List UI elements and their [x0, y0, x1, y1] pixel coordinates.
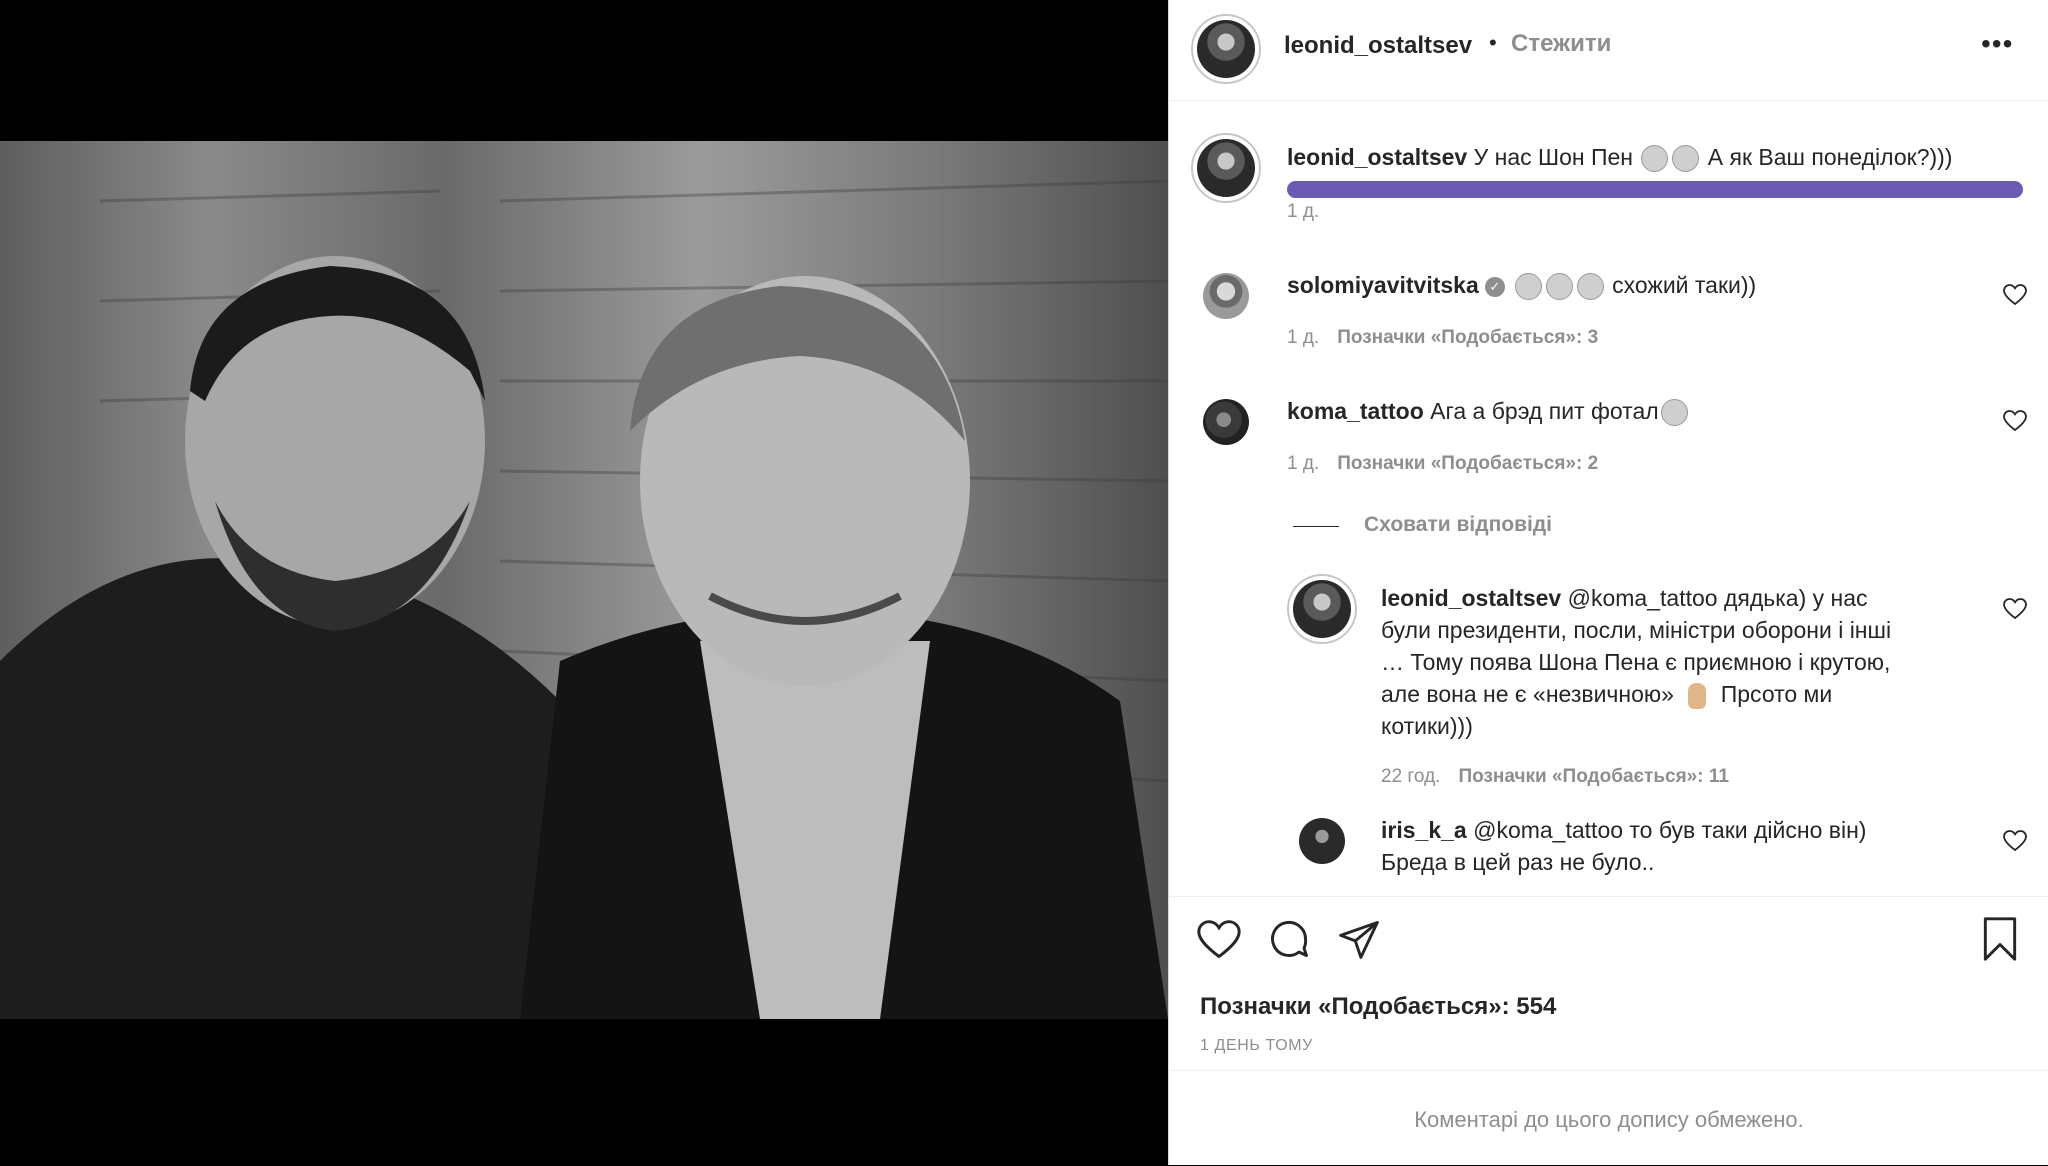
reply-like-heart-icon[interactable]: [2003, 598, 2027, 620]
reply-line: але вона не є «незвичною»: [1381, 681, 1674, 707]
author-username[interactable]: leonid_ostaltsev: [1284, 32, 1472, 60]
caption-body-after: А як Ваш понеділок?))): [1707, 144, 1953, 170]
reply-line: … Тому поява Шона Пена є приємною і крут…: [1381, 649, 1891, 675]
share-icon[interactable]: [1337, 917, 1381, 961]
caption-highlight: [1287, 181, 2023, 198]
comment-meta: 1 д. Позначки «Подобається»: 2: [1287, 453, 1598, 475]
follow-button[interactable]: Стежити: [1511, 30, 1611, 58]
post-photo[interactable]: [0, 141, 1168, 1019]
comments-list: leonid_ostaltsev У нас Шон Пен А як Ваш …: [1169, 101, 2048, 896]
reply-time[interactable]: 22 год.: [1381, 766, 1440, 787]
likes-count[interactable]: Позначки «Подобається»: 554: [1200, 993, 1556, 1021]
comment-avatar[interactable]: [1197, 393, 1255, 451]
laughing-emoji-icon: [1545, 273, 1573, 301]
comment-username[interactable]: koma_tattoo: [1287, 398, 1424, 424]
author-avatar[interactable]: [1191, 14, 1261, 84]
post-timestamp[interactable]: 1 ДЕНЬ ТОМУ: [1200, 1037, 1313, 1055]
reply-line: @koma_tattoo дядька) у нас: [1567, 585, 1868, 611]
photo-illustration: [0, 179, 1168, 1019]
caption-username[interactable]: leonid_ostaltsev: [1287, 144, 1467, 170]
caption-time: 1 д.: [1287, 201, 1320, 222]
comment-icon[interactable]: [1267, 917, 1311, 961]
neutral-face-emoji-icon: [1672, 145, 1700, 173]
reply-line: Прсото ми: [1720, 681, 1833, 707]
reply-text: leonid_ostaltsev @koma_tattoo дядька) у …: [1381, 582, 1971, 742]
reply-meta: 22 год. Позначки «Подобається»: 11: [1381, 766, 1729, 788]
caption-text: leonid_ostaltsev У нас Шон Пен А як Ваш …: [1287, 141, 1952, 173]
comment-time[interactable]: 1 д.: [1287, 453, 1319, 474]
reply-line: Бреда в цей раз не було..: [1381, 849, 1655, 875]
pointing-finger-emoji-icon: [1688, 682, 1707, 709]
reply-username[interactable]: leonid_ostaltsev: [1381, 585, 1561, 611]
like-heart-icon[interactable]: [1197, 919, 1241, 961]
comment-like-heart-icon[interactable]: [2003, 410, 2027, 432]
comment-body: схожий таки)): [1612, 272, 1757, 298]
comment-username[interactable]: solomiyavitvitska: [1287, 272, 1479, 298]
comment-meta: 1 д. Позначки «Подобається»: 3: [1287, 327, 1598, 349]
grin-emoji-icon: [1660, 399, 1688, 427]
comment-time[interactable]: 1 д.: [1287, 327, 1319, 348]
comment-likes[interactable]: Позначки «Подобається»: 3: [1337, 327, 1598, 348]
photo-pane: [0, 0, 1168, 1165]
separator-dot: •: [1489, 30, 1497, 55]
comments-limited-notice: Коментарі до цього допису обмежено.: [1414, 1107, 1804, 1132]
bookmark-icon[interactable]: [1980, 917, 2020, 961]
comment-like-heart-icon[interactable]: [2003, 284, 2027, 306]
reply-line: котики))): [1381, 713, 1473, 739]
caption-body: У нас Шон Пен: [1473, 144, 1633, 170]
reply-text: iris_k_a @koma_tattoo то був таки дійсно…: [1381, 814, 1971, 878]
post-header: leonid_ostaltsev • Стежити •••: [1169, 0, 2048, 101]
hide-replies-button[interactable]: Сховати відповіді: [1364, 513, 1552, 537]
caption-avatar[interactable]: [1191, 133, 1261, 203]
verified-badge-icon: ✓: [1484, 276, 1505, 297]
comment-text: solomiyavitvitska ✓ схожий таки)): [1287, 269, 1756, 301]
reply-username[interactable]: iris_k_a: [1381, 817, 1467, 843]
more-options-icon[interactable]: •••: [1981, 28, 2013, 60]
comment-avatar[interactable]: [1197, 267, 1255, 325]
reply-likes[interactable]: Позначки «Подобається»: 11: [1458, 766, 1728, 787]
reply-line: були президенти, посли, міністри оборони…: [1381, 617, 1892, 643]
comment-text: koma_tattoo Ага а брэд пит фотал: [1287, 395, 1690, 427]
laughing-emoji-icon: [1514, 273, 1542, 301]
scream-emoji-icon: [1641, 145, 1669, 173]
reply-avatar[interactable]: [1287, 574, 1357, 644]
comment-input-area: Коментарі до цього допису обмежено.: [1169, 1070, 2048, 1166]
reply-like-heart-icon[interactable]: [2003, 830, 2027, 852]
reply-avatar[interactable]: [1293, 812, 1351, 870]
post-actions: Позначки «Подобається»: 554 1 ДЕНЬ ТОМУ: [1169, 896, 2048, 1071]
reply-line: @koma_tattoo то був таки дійсно він): [1473, 817, 1867, 843]
comment-likes[interactable]: Позначки «Подобається»: 2: [1337, 453, 1598, 474]
replies-divider: [1293, 526, 1339, 527]
comment-body: Ага а брэд пит фотал: [1430, 398, 1659, 424]
laughing-emoji-icon: [1576, 273, 1604, 301]
post-sidebar: leonid_ostaltsev • Стежити ••• leonid_os…: [1168, 0, 2048, 1165]
